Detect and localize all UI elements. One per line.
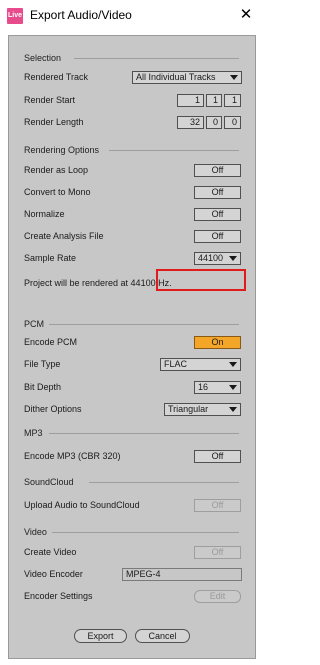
- section-header-video: Video: [24, 527, 47, 537]
- upload-soundcloud-toggle[interactable]: Off: [194, 499, 241, 512]
- section-divider: [74, 58, 239, 59]
- window-title: Export Audio/Video: [30, 8, 132, 22]
- upload-soundcloud-label: Upload Audio to SoundCloud: [24, 500, 140, 510]
- file-type-highlight-annotation: [156, 269, 246, 291]
- export-settings-panel: Selection Rendered Track All Individual …: [8, 35, 256, 659]
- encode-mp3-label: Encode MP3 (CBR 320): [24, 451, 121, 461]
- render-start-label: Render Start: [24, 95, 76, 105]
- section-header-pcm: PCM: [24, 319, 44, 329]
- title-bar: Live Export Audio/Video ✕: [0, 0, 264, 30]
- dither-options-label: Dither Options: [24, 404, 82, 414]
- render-as-loop-label: Render as Loop: [24, 165, 89, 175]
- sample-rate-label: Sample Rate: [24, 253, 77, 263]
- file-type-dropdown[interactable]: FLAC: [160, 358, 241, 371]
- create-video-toggle[interactable]: Off: [194, 546, 241, 559]
- bit-depth-value: 16: [198, 382, 209, 392]
- export-button[interactable]: Export: [74, 629, 127, 643]
- rendered-track-value: All Individual Tracks: [136, 72, 216, 82]
- normalize-toggle[interactable]: Off: [194, 208, 241, 221]
- section-divider: [52, 532, 239, 533]
- video-encoder-field[interactable]: MPEG-4: [122, 568, 242, 581]
- render-length-label: Render Length: [24, 117, 84, 127]
- render-start-beat-field[interactable]: 1: [206, 94, 222, 107]
- convert-to-mono-label: Convert to Mono: [24, 187, 91, 197]
- render-length-bar-field[interactable]: 32: [177, 116, 204, 129]
- section-header-rendering-options: Rendering Options: [24, 145, 100, 155]
- chevron-down-icon: [229, 362, 237, 367]
- bit-depth-label: Bit Depth: [24, 382, 62, 392]
- file-type-value: FLAC: [164, 359, 188, 369]
- cancel-button[interactable]: Cancel: [135, 629, 190, 643]
- section-header-selection: Selection: [24, 53, 62, 63]
- section-divider: [89, 482, 239, 483]
- encode-mp3-toggle[interactable]: Off: [194, 450, 241, 463]
- encode-pcm-label: Encode PCM: [24, 337, 78, 347]
- render-start-bar-field[interactable]: 1: [177, 94, 204, 107]
- file-type-label: File Type: [24, 359, 61, 369]
- rendered-track-dropdown[interactable]: All Individual Tracks: [132, 71, 242, 84]
- section-header-soundcloud: SoundCloud: [24, 477, 74, 487]
- close-icon: ✕: [239, 6, 253, 23]
- convert-to-mono-toggle[interactable]: Off: [194, 186, 241, 199]
- sample-rate-info-text: Project will be rendered at 44100 Hz.: [24, 278, 172, 288]
- sample-rate-dropdown[interactable]: 44100: [194, 252, 241, 265]
- dither-options-dropdown[interactable]: Triangular: [164, 403, 241, 416]
- bit-depth-dropdown[interactable]: 16: [194, 381, 241, 394]
- app-logo-icon: Live: [7, 8, 23, 24]
- rendered-track-label: Rendered Track: [24, 72, 89, 82]
- encoder-settings-label: Encoder Settings: [24, 591, 93, 601]
- chevron-down-icon: [229, 256, 237, 261]
- section-divider: [49, 433, 239, 434]
- close-button[interactable]: ✕: [232, 2, 260, 28]
- create-analysis-file-label: Create Analysis File: [24, 231, 104, 241]
- render-as-loop-toggle[interactable]: Off: [194, 164, 241, 177]
- section-divider: [109, 150, 239, 151]
- chevron-down-icon: [229, 407, 237, 412]
- section-divider: [49, 324, 239, 325]
- create-analysis-file-toggle[interactable]: Off: [194, 230, 241, 243]
- render-length-beat-field[interactable]: 0: [206, 116, 222, 129]
- dither-options-value: Triangular: [168, 404, 209, 414]
- section-header-mp3: MP3: [24, 428, 43, 438]
- normalize-label: Normalize: [24, 209, 65, 219]
- encoder-settings-edit-button[interactable]: Edit: [194, 590, 241, 603]
- sample-rate-value: 44100: [198, 253, 224, 263]
- render-start-sixteenth-field[interactable]: 1: [224, 94, 241, 107]
- create-video-label: Create Video: [24, 547, 77, 557]
- chevron-down-icon: [230, 75, 238, 80]
- video-encoder-label: Video Encoder: [24, 569, 83, 579]
- render-length-sixteenth-field[interactable]: 0: [224, 116, 241, 129]
- chevron-down-icon: [229, 385, 237, 390]
- encode-pcm-toggle[interactable]: On: [194, 336, 241, 349]
